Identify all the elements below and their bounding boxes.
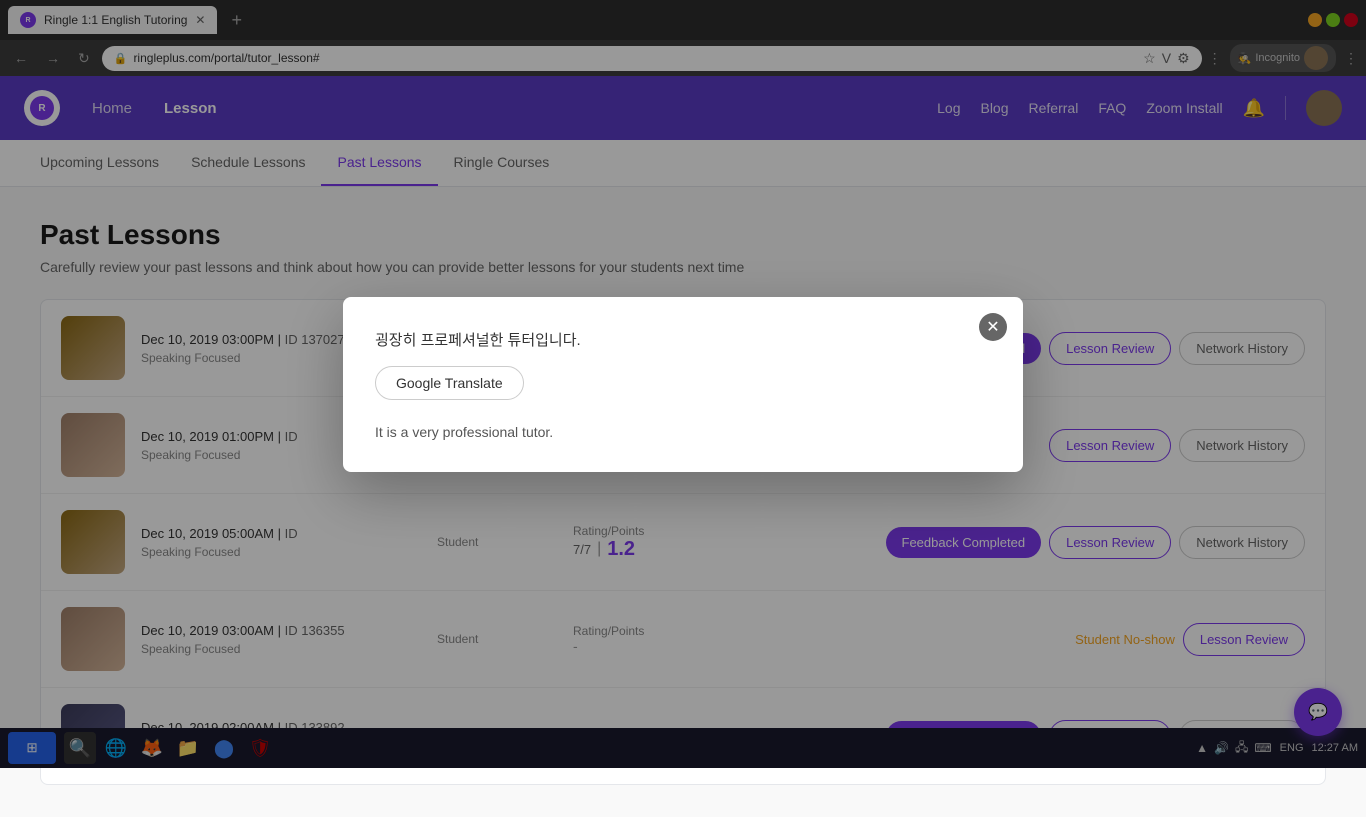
- modal-overlay[interactable]: ✕ 굉장히 프로페셔널한 튜터입니다. Google Translate It …: [0, 0, 1366, 768]
- google-translate-button[interactable]: Google Translate: [375, 366, 524, 400]
- modal-close-button[interactable]: ✕: [979, 313, 1007, 341]
- modal-korean-text: 굉장히 프로페셔널한 튜터입니다.: [375, 329, 991, 350]
- modal-box: ✕ 굉장히 프로페셔널한 튜터입니다. Google Translate It …: [343, 297, 1023, 472]
- modal-english-text: It is a very professional tutor.: [375, 424, 991, 440]
